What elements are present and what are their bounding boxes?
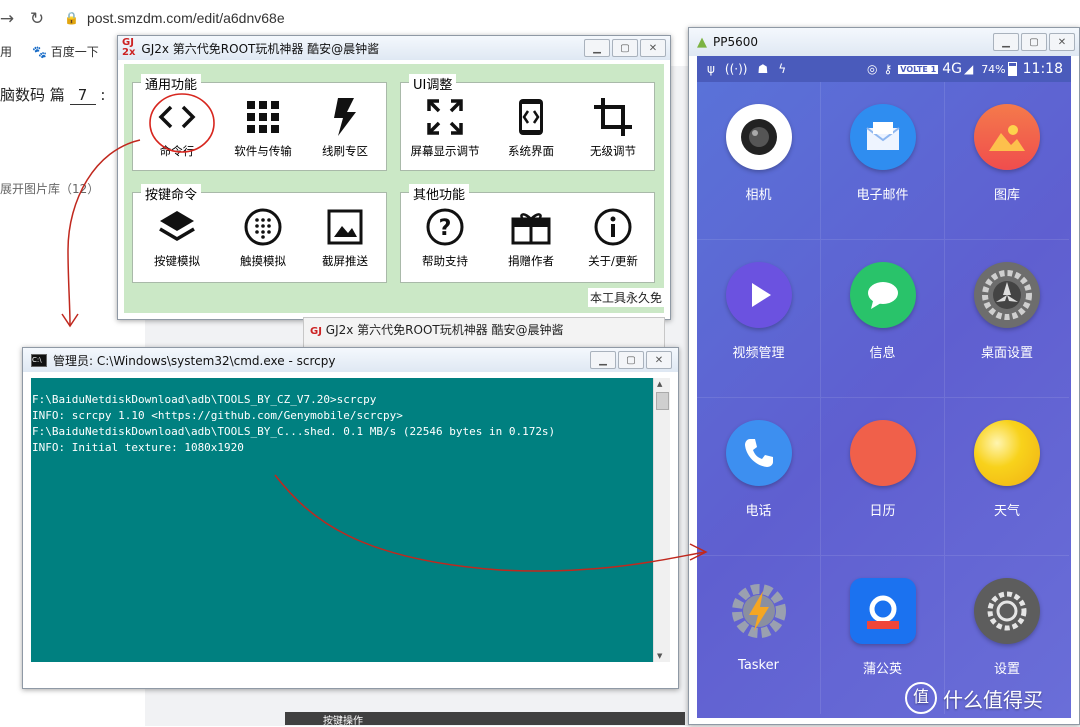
page-footer-strip: 按键操作 (285, 712, 685, 727)
arrow-to-phone (274, 474, 706, 572)
smzdm-logo-icon: 值 (905, 682, 937, 714)
arrow-to-cmd (67, 139, 141, 326)
watermark: 值 什么值得买 (905, 682, 1043, 714)
annotation-arrows (61, 139, 708, 572)
